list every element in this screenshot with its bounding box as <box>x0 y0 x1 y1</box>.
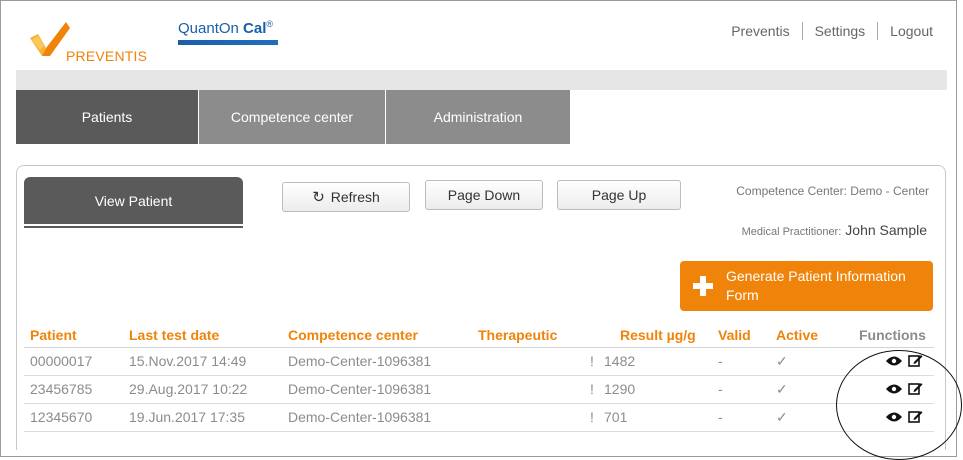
header-strip <box>16 70 947 90</box>
cell-valid: - <box>718 381 723 397</box>
top-nav: Preventis Settings Logout <box>719 22 933 40</box>
cell-patient: 00000017 <box>30 353 93 369</box>
col-active[interactable]: Active <box>776 327 818 343</box>
logo-mark-icon <box>30 22 70 56</box>
preventis-logo[interactable]: PREVENTIS <box>30 20 180 64</box>
patients-table: Patient Last test date Competence center… <box>24 323 934 432</box>
tab-patients[interactable]: Patients <box>16 90 199 144</box>
main-tabs: Patients Competence center Administratio… <box>16 90 571 144</box>
top-link-preventis[interactable]: Preventis <box>719 22 801 40</box>
col-therapeutic[interactable]: Therapeutic <box>478 327 557 343</box>
cell-date: 19.Jun.2017 17:35 <box>129 409 245 425</box>
logo-text: PREVENTIS <box>66 48 148 64</box>
cell-flag: ! <box>590 409 594 425</box>
table-row[interactable]: 12345670 19.Jun.2017 17:35 Demo-Center-1… <box>24 404 934 432</box>
page-up-button[interactable]: Page Up <box>557 180 681 210</box>
col-result[interactable]: Result µg/g <box>620 327 696 343</box>
refresh-icon: ↻ <box>312 188 325 206</box>
cell-center: Demo-Center-1096381 <box>288 353 432 369</box>
cell-date: 29.Aug.2017 10:22 <box>129 381 248 397</box>
cell-flag: ! <box>590 353 594 369</box>
mp-label: Medical Practitioner: <box>741 226 842 238</box>
view-tab-underline <box>24 226 243 228</box>
cell-active: ✓ <box>776 381 788 397</box>
cell-active: ✓ <box>776 353 788 369</box>
cell-center: Demo-Center-1096381 <box>288 409 432 425</box>
table-row[interactable]: 23456785 29.Aug.2017 10:22 Demo-Center-1… <box>24 376 934 404</box>
col-functions: Functions <box>859 327 926 343</box>
medical-practitioner-info: Medical Practitioner: John Sample <box>742 222 927 238</box>
cell-valid: - <box>718 353 723 369</box>
plus-icon <box>693 276 713 296</box>
top-link-logout[interactable]: Logout <box>877 22 933 40</box>
generate-patient-form-button[interactable]: Generate Patient Information Form <box>680 261 933 311</box>
col-patient[interactable]: Patient <box>30 327 77 343</box>
tab-administration[interactable]: Administration <box>386 90 571 144</box>
tab-competence-center[interactable]: Competence center <box>199 90 386 144</box>
cell-patient: 23456785 <box>30 381 93 397</box>
highlight-circle <box>836 350 962 460</box>
refresh-label: Refresh <box>330 189 380 205</box>
product-underline <box>178 40 278 45</box>
top-link-settings[interactable]: Settings <box>801 22 878 40</box>
mp-name: John Sample <box>845 222 927 238</box>
table-header: Patient Last test date Competence center… <box>24 323 934 348</box>
col-last-test-date[interactable]: Last test date <box>129 327 219 343</box>
cell-center: Demo-Center-1096381 <box>288 381 432 397</box>
table-row[interactable]: 00000017 15.Nov.2017 14:49 Demo-Center-1… <box>24 348 934 376</box>
page-down-button[interactable]: Page Down <box>425 180 543 210</box>
cell-flag: ! <box>590 381 594 397</box>
cell-result: 1290 <box>604 381 636 397</box>
tab-view-patient[interactable]: View Patient <box>24 177 243 224</box>
cell-result: 1482 <box>604 353 636 369</box>
refresh-button[interactable]: ↻ Refresh <box>282 182 410 212</box>
cell-valid: - <box>718 409 723 425</box>
generate-form-label: Generate Patient Information Form <box>726 268 906 303</box>
cell-result: 701 <box>604 409 628 425</box>
product-name: QuantOn Cal® <box>178 19 274 37</box>
cell-patient: 12345670 <box>30 409 93 425</box>
col-valid[interactable]: Valid <box>718 327 751 343</box>
col-competence-center[interactable]: Competence center <box>288 327 418 343</box>
competence-center-info: Competence Center: Demo - Center <box>736 184 929 198</box>
cell-date: 15.Nov.2017 14:49 <box>129 353 247 369</box>
cell-active: ✓ <box>776 409 788 425</box>
